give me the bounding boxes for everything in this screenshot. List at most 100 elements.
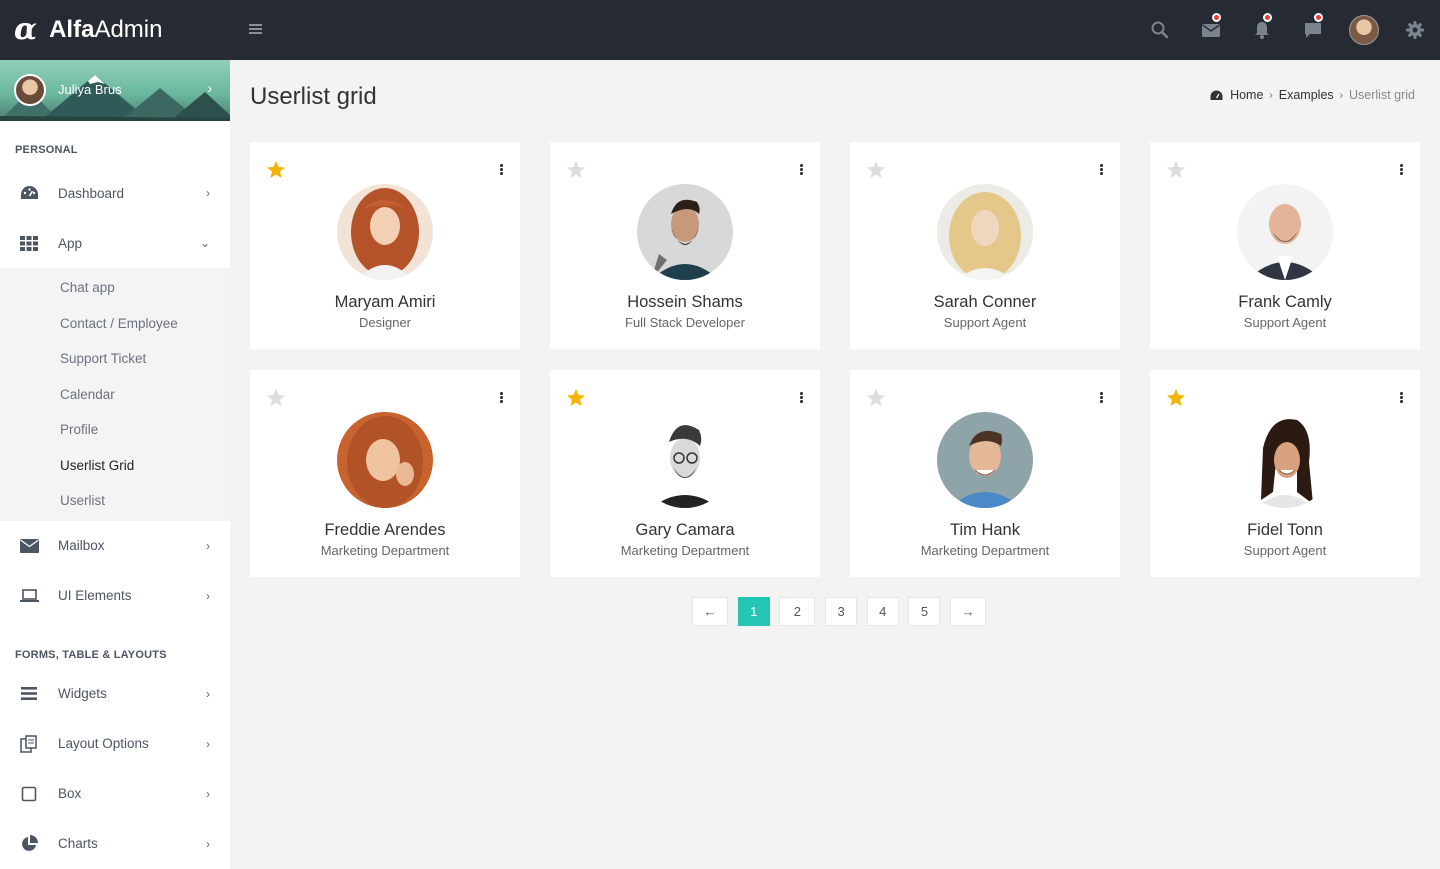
- more-vertical-icon[interactable]: [800, 392, 804, 404]
- bell-icon: [1254, 22, 1269, 39]
- brand-name-bold: Alfa: [49, 16, 95, 43]
- user-name: Hossein Shams: [627, 293, 743, 311]
- sidebar-item-label: UI Elements: [58, 588, 132, 603]
- sidebar-item-label: Dashboard: [58, 185, 125, 201]
- chat-button[interactable]: [1287, 0, 1338, 60]
- sidebar-item-charts[interactable]: Charts ›: [0, 819, 230, 869]
- submenu-item-userlist[interactable]: Userlist: [0, 483, 230, 519]
- more-vertical-icon[interactable]: [500, 392, 504, 404]
- pagination-page-4[interactable]: 4: [866, 597, 899, 626]
- more-vertical-icon[interactable]: [1100, 164, 1104, 176]
- chevron-right-icon: ›: [206, 538, 210, 553]
- notification-dot: [1314, 13, 1323, 22]
- user-role: Designer: [358, 315, 412, 330]
- user-role: Full Stack Developer: [625, 315, 745, 330]
- sidebar-item-app[interactable]: App ⌄: [0, 218, 230, 268]
- more-vertical-icon[interactable]: [800, 164, 804, 176]
- sidebar-item-box[interactable]: Box ›: [0, 769, 230, 819]
- dashboard-icon: [19, 184, 39, 202]
- sidebar-item-dashboard[interactable]: Dashboard ›: [0, 168, 230, 218]
- user-panel[interactable]: Juliya Brus ›: [0, 60, 230, 121]
- pagination-page-5[interactable]: 5: [908, 597, 941, 626]
- pie-chart-icon: [19, 834, 39, 853]
- brand-logo[interactable]: α Alfa Admin: [0, 0, 230, 60]
- star-icon[interactable]: [566, 388, 586, 408]
- chevron-right-icon: ›: [206, 836, 210, 851]
- mail-button[interactable]: [1185, 0, 1236, 60]
- submenu-item-userlist-grid[interactable]: Userlist Grid: [0, 448, 230, 484]
- user-name: Juliya Brus: [58, 82, 122, 97]
- notification-dot: [1263, 13, 1272, 22]
- laptop-icon: [19, 587, 39, 605]
- sidebar-item-layout-options[interactable]: Layout Options ›: [0, 719, 230, 769]
- breadcrumb-separator: ›: [1339, 89, 1343, 101]
- menu-icon[interactable]: [249, 24, 262, 36]
- user-card: Maryam Amiri Designer: [250, 142, 520, 349]
- square-icon: [19, 785, 39, 803]
- user-role: Support Agent: [1243, 315, 1327, 330]
- star-icon[interactable]: [866, 388, 886, 408]
- settings-button[interactable]: [1389, 0, 1440, 60]
- star-icon[interactable]: [566, 160, 586, 180]
- submenu-item-profile[interactable]: Profile: [0, 412, 230, 448]
- more-vertical-icon[interactable]: [500, 164, 504, 176]
- app-submenu: Chat app Contact / Employee Support Tick…: [0, 268, 230, 521]
- user-card: Sarah Conner Support Agent: [850, 142, 1120, 349]
- pagination-page-1[interactable]: 1: [737, 597, 770, 626]
- more-vertical-icon[interactable]: [1400, 164, 1404, 176]
- sidebar-item-label: Layout Options: [58, 736, 149, 751]
- sidebar: Juliya Brus › PERSONAL Dashboard › App ⌄…: [0, 60, 230, 869]
- user-photo: [937, 184, 1033, 280]
- breadcrumb-separator: ›: [1269, 89, 1273, 101]
- user-name: Tim Hank: [950, 521, 1020, 539]
- chevron-right-icon: ›: [206, 588, 210, 603]
- sidebar-item-label: Mailbox: [58, 538, 105, 553]
- star-icon[interactable]: [1166, 160, 1186, 180]
- user-menu-button[interactable]: [1338, 0, 1389, 60]
- star-icon[interactable]: [866, 160, 886, 180]
- user-name: Freddie Arendes: [324, 521, 446, 539]
- pagination-page-3[interactable]: 3: [825, 597, 858, 626]
- pagination-page-2[interactable]: 2: [779, 597, 816, 626]
- chevron-right-icon: ›: [206, 786, 210, 801]
- sidebar-item-label: App: [58, 235, 83, 251]
- topbar-actions: [1134, 0, 1440, 60]
- user-photo: [937, 412, 1033, 508]
- user-name: Maryam Amiri: [334, 293, 436, 311]
- list-icon: [19, 685, 39, 703]
- more-vertical-icon[interactable]: [1100, 392, 1104, 404]
- breadcrumb-examples[interactable]: Examples: [1279, 88, 1334, 102]
- avatar: [14, 74, 46, 106]
- submenu-item-support-ticket[interactable]: Support Ticket: [0, 341, 230, 377]
- user-photo: [637, 412, 733, 508]
- sidebar-item-mailbox[interactable]: Mailbox ›: [0, 521, 230, 571]
- star-icon[interactable]: [266, 160, 286, 180]
- chevron-right-icon: ›: [206, 186, 210, 200]
- breadcrumb-home[interactable]: Home: [1230, 88, 1263, 102]
- user-card: Frank Camly Support Agent: [1150, 142, 1420, 349]
- user-card: Tim Hank Marketing Department: [850, 370, 1120, 577]
- notifications-button[interactable]: [1236, 0, 1287, 60]
- star-icon[interactable]: [266, 388, 286, 408]
- pagination-next-button[interactable]: →: [950, 597, 987, 626]
- submenu-item-chat-app[interactable]: Chat app: [0, 270, 230, 306]
- sidebar-item-widgets[interactable]: Widgets ›: [0, 669, 230, 719]
- sidebar-item-ui-elements[interactable]: UI Elements ›: [0, 571, 230, 621]
- star-icon[interactable]: [1166, 388, 1186, 408]
- chevron-right-icon: ›: [206, 736, 210, 751]
- user-role: Support Agent: [1243, 543, 1327, 558]
- dashboard-icon: [1210, 90, 1223, 100]
- search-button[interactable]: [1134, 0, 1185, 60]
- submenu-item-contact-employee[interactable]: Contact / Employee: [0, 306, 230, 342]
- sidebar-item-label: Charts: [58, 836, 98, 851]
- user-name: Gary Camara: [635, 521, 735, 539]
- breadcrumb-current: Userlist grid: [1349, 88, 1415, 102]
- pagination-prev-button[interactable]: ←: [692, 597, 728, 626]
- user-role: Marketing Department: [620, 543, 750, 558]
- submenu-item-calendar[interactable]: Calendar: [0, 377, 230, 413]
- more-vertical-icon[interactable]: [1400, 392, 1404, 404]
- user-card: Fidel Tonn Support Agent: [1150, 370, 1420, 577]
- gear-icon: [1405, 21, 1424, 39]
- user-role: Marketing Department: [320, 543, 450, 558]
- user-name: Fidel Tonn: [1247, 521, 1323, 539]
